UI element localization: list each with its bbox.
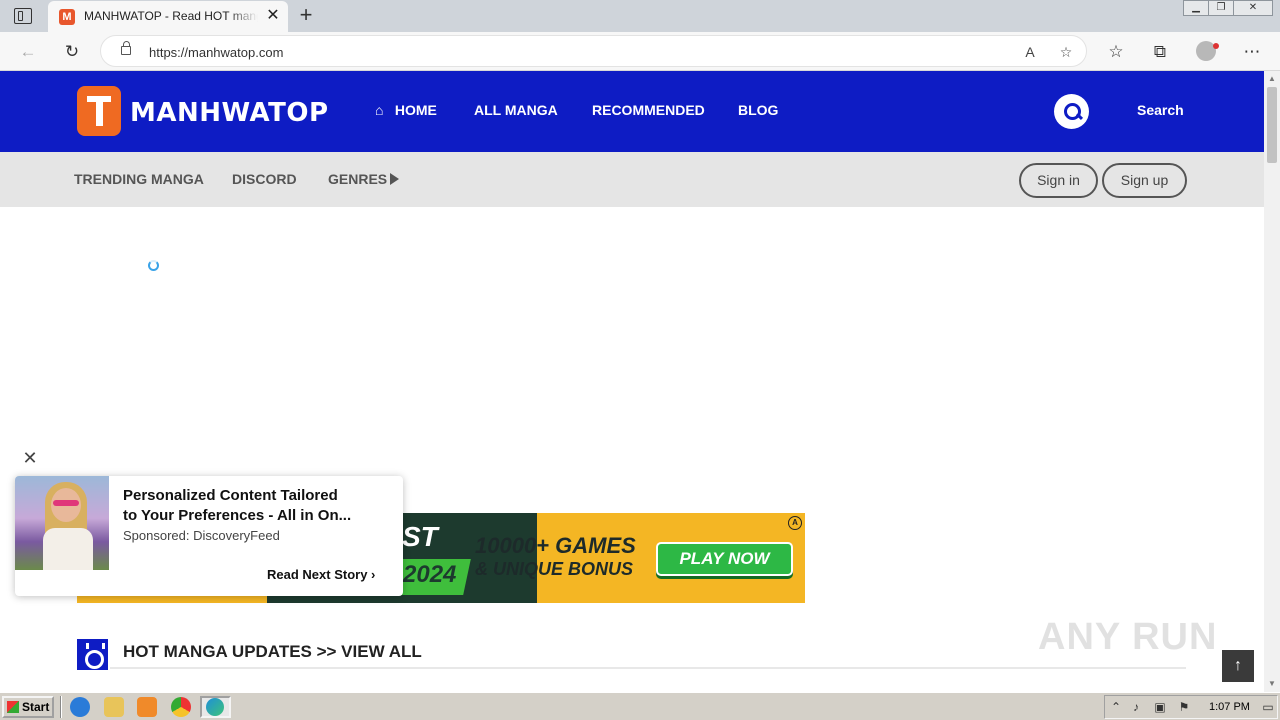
chrome-icon[interactable] [171, 697, 191, 717]
popup-close-icon[interactable]: ✕ [22, 449, 38, 467]
back-icon[interactable]: ← [16, 40, 40, 64]
nav-recommended[interactable]: RECOMMENDED [592, 102, 705, 118]
windows-logo-icon [7, 701, 19, 713]
flag-icon[interactable]: ⚑ [1177, 700, 1191, 714]
thumbnail-glasses [53, 500, 79, 506]
close-window-button[interactable]: ✕ [1233, 0, 1273, 16]
edge-icon [206, 698, 224, 716]
network-icon[interactable]: ▣ [1153, 700, 1167, 714]
start-label: Start [22, 700, 50, 714]
thumbnail-body [43, 528, 93, 570]
popup-headline-line2: to Your Preferences - All in On... [123, 507, 352, 524]
nav-all-manga[interactable]: ALL MANGA [474, 102, 558, 118]
internet-explorer-icon[interactable] [70, 697, 90, 717]
search-icon[interactable] [1054, 94, 1089, 129]
popup-thumbnail[interactable] [15, 476, 109, 570]
collections-icon[interactable]: ⧉ [1148, 40, 1172, 64]
tray-expand-icon[interactable]: ⌃ [1109, 700, 1123, 714]
system-tray: ⌃ ♪ ▣ ⚑ ▭ [1104, 695, 1278, 719]
subnav-discord[interactable]: DISCORD [232, 171, 297, 187]
banner-ad-play-button[interactable]: PLAY NOW [656, 542, 793, 576]
site-header: MANHWATOP ⌂ HOME ALL MANGA RECOMMENDED B… [0, 71, 1264, 152]
page-scrollbar[interactable]: ▲ ▼ [1264, 71, 1280, 692]
lock-icon[interactable] [121, 41, 131, 55]
tab-actions-icon[interactable] [14, 8, 32, 24]
new-tab-button[interactable]: + [294, 3, 318, 27]
back-to-top-button[interactable]: ↑ [1222, 650, 1254, 682]
popup-read-next-label: Read Next Story [267, 567, 368, 582]
add-favorite-icon[interactable]: ☆ [1055, 41, 1077, 63]
banner-ad-year: 2024 [403, 561, 457, 588]
edge-taskbar-button[interactable] [200, 696, 231, 718]
sub-navigation: TRENDING MANGA DISCORD GENRES Sign in Si… [0, 152, 1264, 207]
banner-ad-headline: 10000+ GAMES [475, 533, 636, 558]
taskbar-separator [60, 696, 62, 718]
section-divider [110, 667, 1186, 669]
popup-headline[interactable]: Personalized Content Tailored to Your Pr… [123, 486, 385, 526]
search-label[interactable]: Search [1137, 102, 1184, 118]
refresh-icon[interactable]: ↻ [60, 40, 84, 64]
tab-bar: M MANHWATOP - Read HOT manga ✕ + ▁ ❐ ✕ [0, 0, 1280, 32]
sign-up-button[interactable]: Sign up [1102, 163, 1187, 198]
favorites-icon[interactable]: ☆ [1104, 40, 1128, 64]
nav-home[interactable]: ⌂ HOME [375, 102, 437, 118]
scroll-up-icon[interactable]: ▲ [1267, 74, 1277, 84]
file-explorer-icon[interactable] [104, 697, 124, 717]
sponsored-popup[interactable]: Personalized Content Tailored to Your Pr… [15, 476, 403, 596]
browser-window: M MANHWATOP - Read HOT manga ✕ + ▁ ❐ ✕ ←… [0, 0, 1280, 692]
minimize-button[interactable]: ▁ [1183, 0, 1209, 16]
volume-icon[interactable]: ♪ [1129, 700, 1143, 714]
more-icon[interactable]: ⋯ [1240, 40, 1264, 64]
scroll-down-icon[interactable]: ▼ [1267, 679, 1277, 689]
restore-button[interactable]: ❐ [1208, 0, 1234, 16]
nav-home-label: HOME [394, 102, 437, 118]
chevron-right-icon: › [371, 567, 376, 582]
tab-title: MANHWATOP - Read HOT manga [84, 9, 258, 25]
sign-in-button[interactable]: Sign in [1019, 163, 1098, 198]
logo-text[interactable]: MANHWATOP [130, 98, 329, 128]
scroll-thumb[interactable] [1267, 87, 1277, 163]
address-bar[interactable]: https://manhwatop.com A ☆ [100, 35, 1087, 67]
favicon-icon: M [59, 9, 75, 25]
logo-icon[interactable] [77, 86, 121, 136]
start-button[interactable]: Start [2, 696, 54, 718]
clock[interactable]: 1:07 PM [1209, 701, 1250, 713]
popup-headline-line1: Personalized Content Tailored [123, 487, 338, 504]
show-desktop-icon[interactable]: ▭ [1261, 700, 1275, 714]
popup-sponsor: Sponsored: DiscoveryFeed [123, 528, 280, 543]
profile-icon[interactable] [1196, 41, 1219, 61]
nav-blog[interactable]: BLOG [738, 102, 778, 118]
url-text[interactable]: https://manhwatop.com [149, 45, 283, 60]
address-bar-row: ← ↻ https://manhwatop.com A ☆ ☆ ⧉ ⋯ [0, 32, 1280, 71]
subnav-trending-manga[interactable]: TRENDING MANGA [74, 171, 204, 187]
read-aloud-icon[interactable]: A [1019, 41, 1041, 63]
caret-right-icon[interactable] [390, 173, 399, 185]
banner-ad-fragment: ST [402, 521, 438, 552]
loading-spinner-icon [148, 260, 159, 271]
adchoices-icon[interactable]: A [788, 516, 802, 530]
banner-ad-subheadline: & UNIQUE BONUS [475, 559, 634, 579]
media-player-icon[interactable] [137, 697, 157, 717]
popup-read-next-link[interactable]: Read Next Story › [267, 567, 375, 582]
page-viewport: MANHWATOP ⌂ HOME ALL MANGA RECOMMENDED B… [0, 71, 1264, 692]
subnav-genres[interactable]: GENRES [328, 171, 387, 187]
tab-close-button[interactable]: ✕ [263, 6, 283, 26]
section-title[interactable]: HOT MANGA UPDATES >> VIEW ALL [123, 642, 422, 662]
home-icon: ⌂ [375, 102, 384, 118]
taskbar: Start ⌃ ♪ ▣ ⚑ ▭ 1:07 PM [0, 692, 1280, 720]
section-badge-icon [77, 639, 108, 670]
active-tab[interactable]: M MANHWATOP - Read HOT manga ✕ [48, 1, 288, 32]
watermark: ANY RUN [1038, 616, 1218, 658]
